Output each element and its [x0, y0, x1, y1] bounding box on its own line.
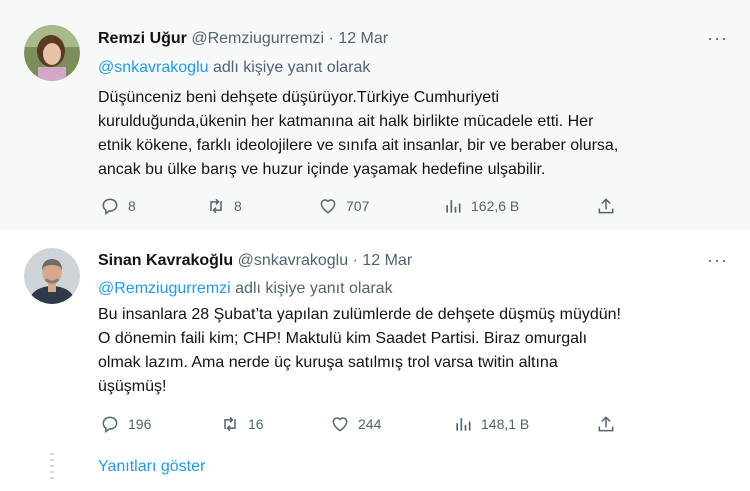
- share-button[interactable]: [596, 414, 616, 434]
- tweet-text-line: kurulduğunda,ükenin her katmanına ait ha…: [98, 113, 594, 130]
- tweet-text-line: O dönemin faili kim; CHP! Maktulü kim Sa…: [98, 330, 588, 347]
- like-button[interactable]: 244: [330, 414, 381, 434]
- reply-context: @Remziugurremzi adlı kişiye yanıt olarak: [98, 280, 393, 298]
- reply-context-label: adlı kişiye yanıt olarak: [212, 59, 371, 76]
- views-count: 148,1 B: [481, 416, 530, 432]
- reply-button[interactable]: 196: [100, 414, 151, 434]
- display-name[interactable]: Sinan Kavrakoğlu: [98, 252, 233, 269]
- retweet-count: 8: [234, 198, 242, 214]
- views-button[interactable]: 148,1 B: [453, 414, 529, 434]
- tweet-text-line: üşüşmüş!: [98, 378, 167, 395]
- show-replies-link[interactable]: Yanıtları göster: [98, 458, 205, 476]
- tweet-text-line: olmak lazım. Ama nerde üç kuruşa satılmı…: [98, 354, 558, 371]
- tweet-date[interactable]: 12 Mar: [362, 252, 412, 269]
- retweet-button[interactable]: 16: [220, 414, 264, 434]
- share-button[interactable]: [596, 196, 616, 216]
- tweet-actions: 8 8 707 162,6 B: [98, 196, 638, 220]
- separator-dot: ·: [352, 252, 358, 269]
- like-button[interactable]: 707: [318, 196, 369, 216]
- heart-icon: [320, 199, 336, 214]
- views-icon: [446, 200, 461, 213]
- avatar[interactable]: [24, 25, 80, 81]
- separator-dot: ·: [328, 30, 334, 47]
- tweet-actions: 196 16 244 148,1 B: [98, 414, 638, 438]
- user-handle[interactable]: @Remziugurremzi: [191, 30, 324, 47]
- tweet-header: Remzi Uğur @Remziugurremzi · 12 Mar: [98, 30, 388, 48]
- avatar-remzi: [24, 25, 80, 81]
- reply-context: @snkavrakoglu adlı kişiye yanıt olarak: [98, 59, 370, 77]
- reply-icon: [102, 416, 118, 433]
- tweet-text: Düşünceniz beni dehşete düşürüyor.Türkiy…: [98, 86, 728, 182]
- views-button[interactable]: 162,6 B: [443, 196, 519, 216]
- reply-count: 8: [128, 198, 136, 214]
- retweet-icon: [210, 198, 222, 214]
- avatar[interactable]: [24, 248, 80, 304]
- more-icon[interactable]: ···: [707, 28, 728, 49]
- views-count: 162,6 B: [471, 198, 520, 214]
- tweet-text: Bu insanlara 28 Şubat’ta yapılan zulümle…: [98, 303, 728, 399]
- tweet-header: Sinan Kavrakoğlu @snkavrakoglu · 12 Mar: [98, 252, 412, 270]
- user-handle[interactable]: @snkavrakoglu: [238, 252, 349, 269]
- mention-link[interactable]: @snkavrakoglu: [98, 59, 209, 76]
- avatar-sinan: [24, 248, 80, 304]
- reply-count: 196: [128, 416, 152, 432]
- like-count: 244: [358, 416, 382, 432]
- reply-context-label: adlı kişiye yanıt olarak: [235, 280, 393, 297]
- share-icon: [598, 416, 614, 432]
- like-count: 707: [346, 198, 370, 214]
- tweet-date[interactable]: 12 Mar: [338, 30, 388, 47]
- thread-dots: [50, 453, 54, 479]
- display-name[interactable]: Remzi Uğur: [98, 30, 187, 47]
- retweet-count: 16: [248, 416, 264, 432]
- tweet-text-line: ancak bu ülke barış ve huzur içinde yaşa…: [98, 161, 546, 178]
- more-icon[interactable]: ···: [707, 250, 728, 271]
- retweet-button[interactable]: 8: [206, 196, 242, 216]
- tweet-text-line: Düşünceniz beni dehşete düşürüyor.Türkiy…: [98, 89, 500, 106]
- tweet-text-line: etnik kökene, farklı ideolojilere ve sın…: [98, 137, 619, 154]
- tweet-text-line: Bu insanlara 28 Şubat’ta yapılan zulümle…: [98, 306, 621, 323]
- heart-icon: [332, 417, 348, 432]
- reply-icon: [102, 198, 118, 215]
- reply-button[interactable]: 8: [100, 196, 136, 216]
- share-icon: [598, 198, 614, 214]
- mention-link[interactable]: @Remziugurremzi: [98, 280, 231, 297]
- views-icon: [456, 418, 471, 431]
- retweet-icon: [224, 416, 236, 432]
